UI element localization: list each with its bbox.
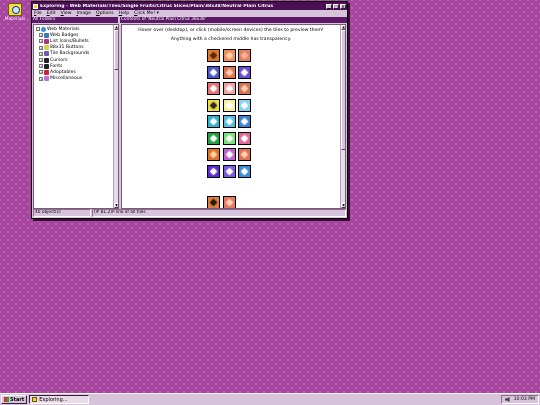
- tree-item-label: List Icons/Bullets: [50, 38, 89, 44]
- start-label: Start: [10, 396, 25, 403]
- tile-swatch[interactable]: [238, 65, 251, 79]
- misc-icon: [44, 76, 49, 82]
- menu-bar: File Edit View Image Options Help Click …: [32, 10, 347, 17]
- taskbar-button-label: Exploring...: [39, 396, 68, 403]
- taskbar: Start Exploring... 10:03 PM: [0, 393, 540, 405]
- tile-swatch[interactable]: [207, 164, 220, 178]
- expand-icon[interactable]: +: [39, 45, 43, 50]
- desktop-icon-materials[interactable]: Materials: [3, 3, 27, 22]
- tile-swatch[interactable]: [207, 148, 220, 161]
- font-icon: [44, 63, 49, 69]
- menu-edit[interactable]: Edit: [47, 11, 56, 16]
- content-pane: Hover over (desktop), or click (mobile/s…: [121, 24, 346, 209]
- start-button[interactable]: Start: [1, 395, 28, 404]
- tree-item-label: 88x31 Buttons: [50, 45, 84, 51]
- tile-icon: [44, 51, 49, 57]
- all-folders-header: All Folders: [32, 17, 118, 23]
- tile-swatch[interactable]: [238, 148, 251, 161]
- tile-swatch[interactable]: [222, 148, 236, 161]
- tile-swatch[interactable]: [222, 49, 236, 62]
- tile-swatch[interactable]: [238, 131, 251, 145]
- menu-file[interactable]: File: [34, 11, 42, 16]
- tile-swatch[interactable]: [238, 98, 251, 112]
- menu-help[interactable]: Help: [119, 11, 130, 16]
- bullet-icon: [44, 38, 49, 44]
- tree-item-label: Adoptables: [50, 69, 76, 75]
- tile-swatch[interactable]: [207, 98, 220, 112]
- tree-item-label: Tile Backgrounds: [50, 51, 90, 57]
- windows-logo-icon: [4, 397, 9, 402]
- transparency-note: Anything with a checkered middle has tra…: [170, 37, 292, 42]
- tree-item[interactable]: + Miscellaneous: [36, 76, 118, 82]
- menu-view[interactable]: View: [61, 11, 72, 16]
- close-button[interactable]: ×: [340, 3, 346, 9]
- cursor-icon: [44, 57, 49, 63]
- object-count: 40 object(s): [33, 209, 91, 217]
- scroll-down-arrow-icon[interactable]: ▼: [341, 203, 345, 208]
- scroll-thumb[interactable]: [341, 30, 345, 150]
- scroll-down-arrow-icon[interactable]: ▼: [114, 203, 118, 208]
- tile-swatch[interactable]: [238, 82, 251, 95]
- tile-swatch[interactable]: [222, 164, 236, 178]
- expand-icon[interactable]: +: [39, 70, 43, 75]
- contents-header: Contents of 'Neutral Plain Citrus 38x38': [120, 17, 347, 23]
- maximize-button[interactable]: □: [333, 3, 339, 9]
- tree-item-label: Fonts: [50, 63, 63, 69]
- clock: 10:03 PM: [513, 397, 535, 402]
- expand-icon[interactable]: +: [39, 58, 43, 63]
- expand-icon[interactable]: +: [39, 76, 43, 81]
- folder-icon: [33, 3, 38, 9]
- tile-swatch[interactable]: [238, 49, 251, 62]
- window-title: Exploring - Web Materials/Tiles/Single F…: [40, 3, 274, 9]
- globe-icon: [41, 26, 46, 32]
- button-icon: [44, 45, 49, 51]
- hover-instructions: Hover over (desktop), or click (mobile/s…: [138, 28, 324, 33]
- tree-item-label: Web Badges: [50, 32, 79, 38]
- tile-swatch[interactable]: [207, 65, 220, 79]
- expand-icon[interactable]: +: [39, 39, 43, 44]
- tree-scrollbar[interactable]: ▲ ▼: [113, 25, 118, 208]
- tree-item-label: Cursors: [50, 57, 68, 63]
- tile-swatch[interactable]: [238, 115, 251, 128]
- tile-swatch[interactable]: [222, 82, 236, 95]
- tile-swatch[interactable]: [222, 65, 236, 79]
- status-bar: 40 object(s) (# 81.2)P link of all tiles: [33, 209, 346, 217]
- badge-icon: [44, 32, 49, 38]
- expand-icon[interactable]: +: [39, 64, 43, 69]
- collapse-icon[interactable]: −: [36, 27, 40, 32]
- tree-item-label: Web Materials: [47, 26, 80, 32]
- tile-swatch[interactable]: [207, 131, 220, 145]
- explorer-window: Exploring - Web Materials/Tiles/Single F…: [31, 1, 348, 219]
- speaker-icon[interactable]: [504, 397, 510, 402]
- menu-options[interactable]: Options: [96, 11, 114, 16]
- tile-swatch[interactable]: [238, 164, 251, 178]
- content-scrollbar[interactable]: ▲ ▼: [340, 25, 345, 208]
- status-info: (# 81.2)P link of all tiles: [92, 209, 346, 217]
- tile-swatch[interactable]: [207, 49, 220, 62]
- tile-swatch[interactable]: [222, 98, 236, 112]
- magnifier-icon: [8, 3, 22, 16]
- tile-swatch[interactable]: [207, 82, 220, 95]
- title-bar[interactable]: Exploring - Web Materials/Tiles/Single F…: [32, 2, 347, 10]
- menu-image[interactable]: Image: [77, 11, 91, 16]
- taskbar-button-exploring[interactable]: Exploring...: [29, 395, 90, 404]
- heart-icon: [44, 69, 49, 75]
- menu-click-me[interactable]: Click Me! ▾: [134, 11, 159, 16]
- tile-swatch[interactable]: [222, 115, 236, 128]
- tile-swatch[interactable]: [207, 196, 220, 208]
- system-tray: 10:03 PM: [500, 395, 539, 404]
- folder-tree: − Web Materials + Web Badges + List Icons/B…: [33, 24, 119, 209]
- panes: − Web Materials + Web Badges + List Icons/B…: [33, 24, 346, 209]
- folder-icon: [32, 397, 38, 402]
- tree-item-label: Miscellaneous: [50, 76, 83, 82]
- scroll-thumb[interactable]: [114, 30, 118, 70]
- tile-swatch[interactable]: [222, 131, 236, 145]
- minimize-button[interactable]: _: [326, 3, 332, 9]
- tile-swatch[interactable]: [207, 115, 220, 128]
- desktop-icon-label: Materials: [4, 17, 26, 22]
- pane-headers: All Folders Contents of 'Neutral Plain C…: [32, 17, 347, 23]
- expand-icon[interactable]: +: [39, 33, 43, 38]
- expand-icon[interactable]: +: [39, 51, 43, 56]
- tile-swatch[interactable]: [222, 196, 236, 208]
